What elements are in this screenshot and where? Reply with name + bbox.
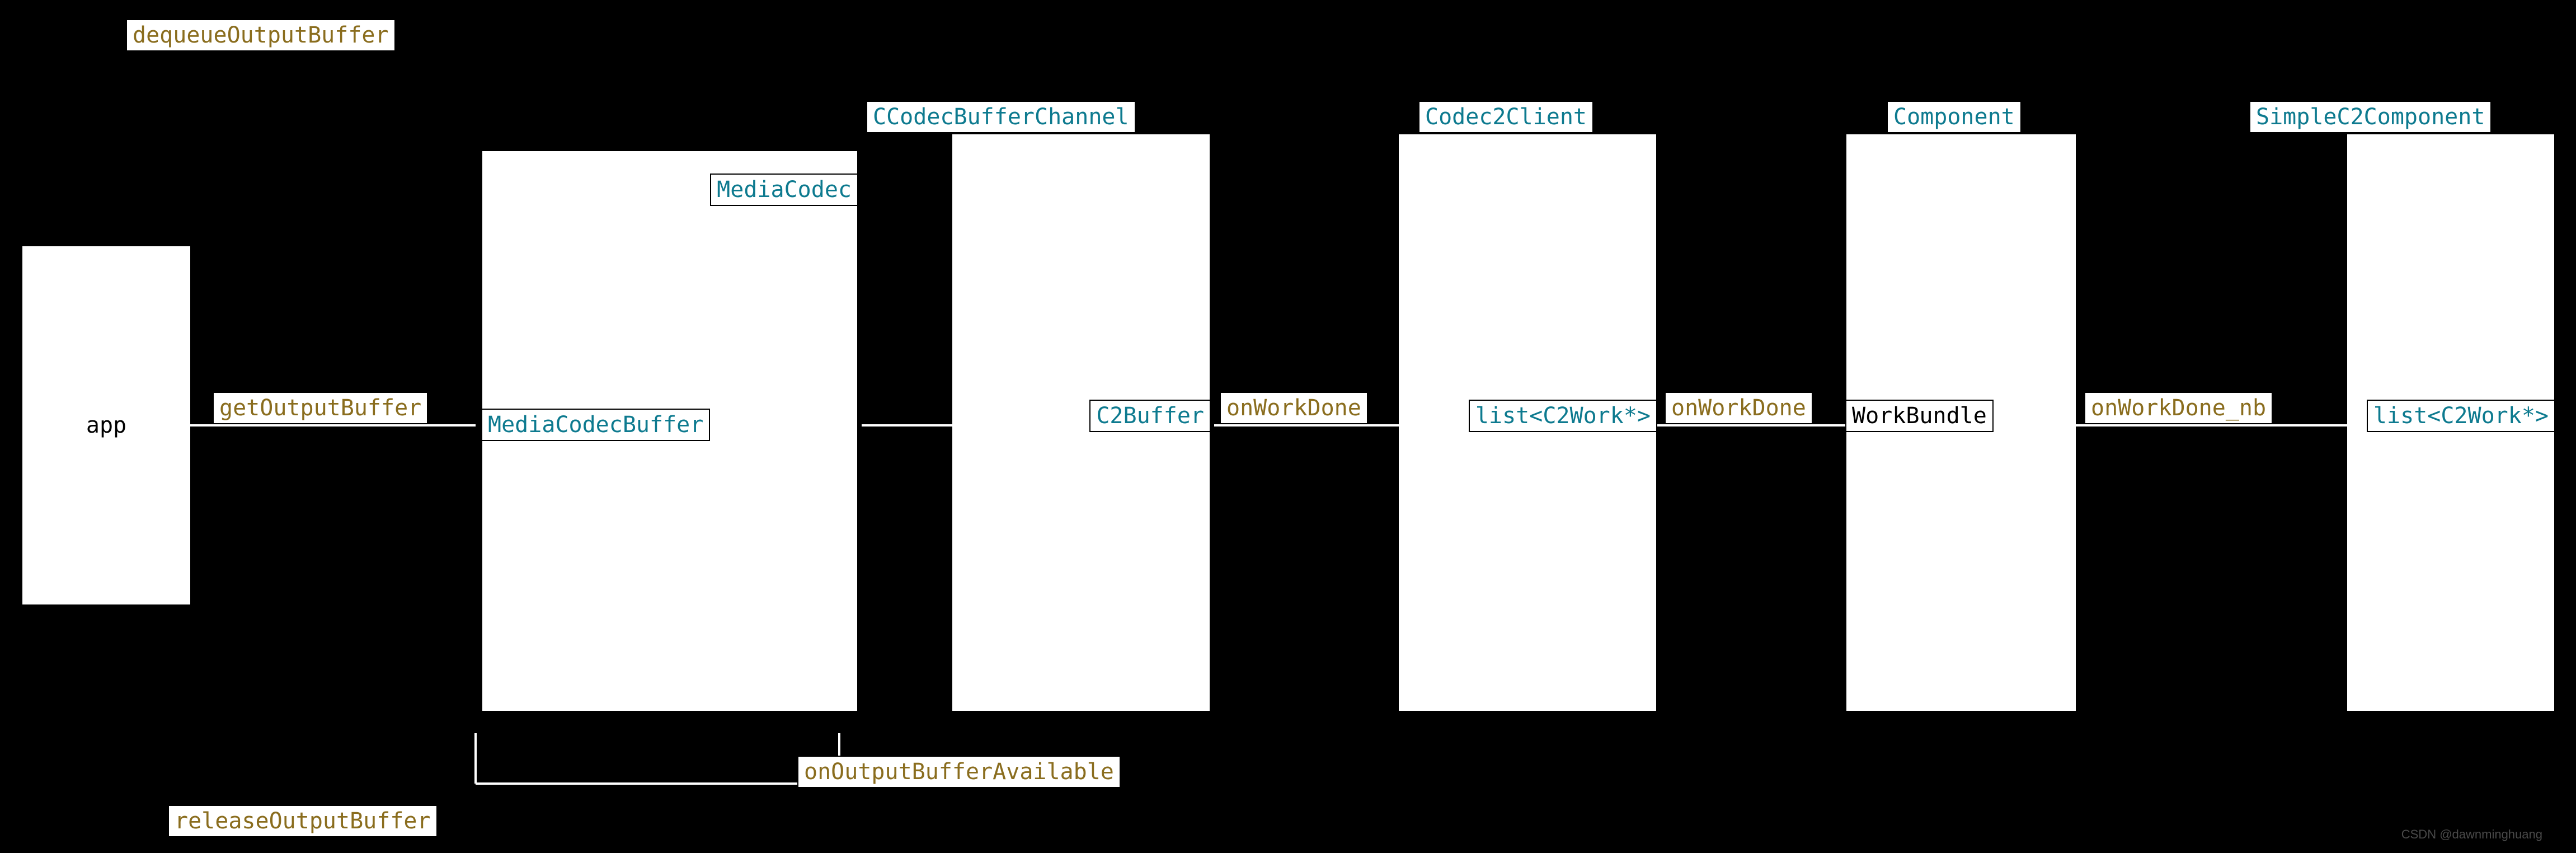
label-onWorkDone2: onWorkDone — [1665, 392, 1813, 424]
box-component-container: WorkBundle — [1846, 134, 2076, 711]
text-app: app — [22, 413, 190, 438]
box-listC2Work2: list<C2Work*> — [2367, 400, 2555, 432]
watermark: CSDN @dawnminghuang — [2401, 827, 2542, 842]
box-simplec2-container: list<C2Work*> — [2347, 134, 2554, 711]
box-ccodec-container: C2Buffer — [952, 134, 1210, 711]
box-CCodecBufferChannel: CCodecBufferChannel — [866, 101, 1136, 133]
box-app: app — [22, 246, 190, 604]
box-Codec2Client: Codec2Client — [1418, 101, 1593, 133]
box-listC2Work1: list<C2Work*> — [1469, 400, 1657, 432]
box-codec2client-container: list<C2Work*> — [1399, 134, 1656, 711]
label-releaseOutputBuffer: releaseOutputBuffer — [168, 805, 438, 837]
label-onWorkDone1: onWorkDone — [1220, 392, 1368, 424]
label-onOutputBufferAvailable: onOutputBufferAvailable — [797, 756, 1121, 788]
box-SimpleC2Component: SimpleC2Component — [2249, 101, 2492, 133]
box-MediaCodecBuffer: MediaCodecBuffer — [481, 409, 710, 441]
box-C2Buffer: C2Buffer — [1089, 400, 1211, 432]
label-onWorkDone_nb: onWorkDone_nb — [2084, 392, 2273, 424]
connector-lines — [0, 0, 2576, 853]
label-getOutputBuffer: getOutputBuffer — [213, 392, 428, 424]
box-mediacodec-container: MediaCodec MediaCodecBuffer — [482, 151, 857, 711]
box-MediaCodec: MediaCodec — [710, 174, 858, 206]
box-Component: Component — [1887, 101, 2022, 133]
box-WorkBundle: WorkBundle — [1845, 400, 1994, 432]
label-dequeueOutputBuffer: dequeueOutputBuffer — [126, 19, 396, 51]
